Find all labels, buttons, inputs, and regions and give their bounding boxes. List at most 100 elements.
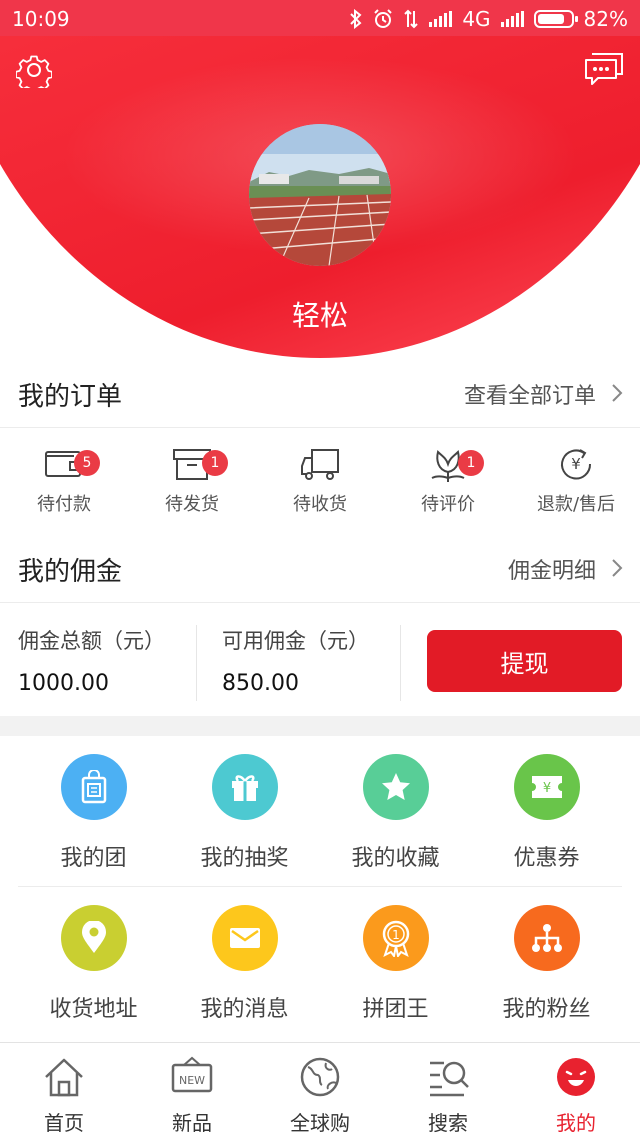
order-label: 待发货 bbox=[165, 494, 219, 515]
order-label: 待评价 bbox=[421, 494, 475, 515]
total-commission-value: 1000.00 bbox=[18, 671, 109, 696]
refund-icon: ¥ bbox=[561, 449, 592, 480]
tab-new[interactable]: NEW 新品 bbox=[128, 1043, 256, 1138]
new-sign-text: NEW bbox=[179, 1074, 205, 1087]
menu-label: 我的抽奖 bbox=[200, 846, 289, 871]
order-pending-payment[interactable]: 5 待付款 bbox=[0, 430, 128, 530]
avatar[interactable] bbox=[249, 124, 391, 266]
tab-home[interactable]: 首页 bbox=[0, 1043, 128, 1138]
order-pending-review[interactable]: 1 待评价 bbox=[384, 430, 512, 530]
commission-summary: 佣金总额（元） 1000.00 可用佣金（元） 850.00 提现 bbox=[0, 605, 640, 715]
menu-label: 拼团王 bbox=[362, 997, 429, 1022]
gift-icon bbox=[231, 775, 258, 801]
avatar-image bbox=[249, 124, 391, 266]
menu-my-messages[interactable]: 我的消息 bbox=[169, 887, 320, 1037]
menu-icon-circle bbox=[211, 905, 278, 971]
svg-text:¥: ¥ bbox=[542, 781, 550, 796]
chevron-right-icon bbox=[612, 384, 623, 402]
tab-mine[interactable]: 我的 bbox=[512, 1043, 640, 1138]
commission-detail-link[interactable]: 佣金明细 bbox=[508, 553, 596, 585]
order-status-row: 5 待付款 1 待发货 待收货 1 待评价 ¥ 退款/售后 bbox=[0, 430, 640, 530]
menu-coupons[interactable]: ¥ 优惠券 bbox=[471, 736, 622, 886]
divider bbox=[196, 625, 197, 701]
medal-icon: 1 bbox=[382, 920, 409, 957]
network-type: 4G bbox=[462, 7, 491, 31]
menu-icon-circle bbox=[60, 754, 127, 820]
order-label: 待收货 bbox=[293, 494, 347, 515]
withdraw-button[interactable]: 提现 bbox=[427, 630, 622, 692]
menu-my-group[interactable]: 我的团 bbox=[18, 736, 169, 886]
gear-icon[interactable] bbox=[16, 52, 52, 88]
profile-header: 轻松 bbox=[0, 36, 640, 358]
menu-row-1: 我的团 我的抽奖 我的收藏 ¥ 优惠券 bbox=[18, 736, 622, 886]
battery-percent: 82% bbox=[583, 7, 628, 31]
menu-icon-circle bbox=[362, 754, 429, 820]
chat-bubble-icon[interactable] bbox=[584, 52, 624, 86]
envelope-icon bbox=[229, 928, 260, 948]
order-refund[interactable]: ¥ 退款/售后 bbox=[512, 430, 640, 530]
commission-header[interactable]: 我的佣金 佣金明细 bbox=[0, 533, 640, 603]
menu-icon-circle: 1 bbox=[362, 905, 429, 971]
menu-label: 收货地址 bbox=[49, 997, 138, 1022]
star-icon bbox=[381, 773, 410, 800]
menu-icon-circle bbox=[60, 905, 127, 971]
order-pending-shipment[interactable]: 1 待发货 bbox=[128, 430, 256, 530]
available-commission: 可用佣金（元） 850.00 bbox=[222, 605, 398, 715]
orders-title: 我的订单 bbox=[18, 382, 123, 412]
coupon-icon: ¥ bbox=[531, 776, 562, 798]
section-gap bbox=[0, 716, 640, 736]
menu-group-king[interactable]: 1 拼团王 bbox=[320, 887, 471, 1037]
globe-icon bbox=[300, 1057, 340, 1097]
username: 轻松 bbox=[291, 299, 348, 332]
menu-my-fans[interactable]: 我的粉丝 bbox=[471, 887, 622, 1037]
menu-icon-circle bbox=[211, 754, 278, 820]
menu-icon-circle bbox=[513, 905, 580, 971]
available-commission-label: 可用佣金（元） bbox=[222, 629, 369, 653]
order-label: 退款/售后 bbox=[536, 494, 616, 515]
battery-fill bbox=[537, 14, 564, 24]
tab-label: 首页 bbox=[44, 1111, 84, 1135]
svg-text:¥: ¥ bbox=[571, 455, 581, 473]
menu-label: 我的粉丝 bbox=[502, 997, 591, 1022]
menu-row-2: 收货地址 我的消息 1 拼团王 我的粉丝 bbox=[18, 887, 622, 1037]
group-bag-icon bbox=[81, 770, 106, 804]
tab-search[interactable]: 搜索 bbox=[384, 1043, 512, 1138]
menu-label: 我的团 bbox=[60, 846, 127, 871]
badge-count: 1 bbox=[202, 450, 228, 476]
tab-global-shopping[interactable]: 全球购 bbox=[256, 1043, 384, 1138]
badge-count: 5 bbox=[74, 450, 100, 476]
divider bbox=[400, 625, 401, 701]
tab-label: 搜索 bbox=[428, 1111, 468, 1135]
menu-icon-circle: ¥ bbox=[513, 754, 580, 820]
tab-label: 全球购 bbox=[290, 1111, 350, 1135]
menu-label: 我的收藏 bbox=[351, 846, 440, 871]
signal-icon-2 bbox=[500, 11, 524, 27]
smiley-icon bbox=[557, 1058, 595, 1096]
order-label: 待付款 bbox=[37, 494, 91, 515]
tab-label: 新品 bbox=[172, 1111, 212, 1135]
available-commission-value: 850.00 bbox=[222, 671, 299, 696]
truck-icon bbox=[301, 449, 339, 480]
order-pending-receipt[interactable]: 待收货 bbox=[256, 430, 384, 530]
signal-icon bbox=[429, 11, 453, 27]
menu-my-favorites[interactable]: 我的收藏 bbox=[320, 736, 471, 886]
orders-header[interactable]: 我的订单 查看全部订单 bbox=[0, 358, 640, 428]
badge-count: 1 bbox=[458, 450, 484, 476]
menu-my-lottery[interactable]: 我的抽奖 bbox=[169, 736, 320, 886]
data-transfer-icon bbox=[404, 9, 419, 29]
status-bar: 10:09 4G 82% bbox=[0, 0, 640, 36]
bottom-tab-bar: 首页 NEW 新品 全球购 搜索 我的 bbox=[0, 1042, 640, 1138]
bluetooth-icon bbox=[350, 9, 362, 29]
commission-title: 我的佣金 bbox=[18, 557, 123, 587]
search-icon bbox=[430, 1061, 469, 1097]
location-pin-icon bbox=[81, 921, 106, 953]
network-icon bbox=[531, 924, 562, 952]
svg-text:1: 1 bbox=[392, 928, 400, 942]
menu-shipping-address[interactable]: 收货地址 bbox=[18, 887, 169, 1037]
view-all-orders-link[interactable]: 查看全部订单 bbox=[464, 378, 596, 410]
status-time: 10:09 bbox=[12, 7, 70, 31]
battery-icon bbox=[533, 10, 578, 28]
menu-label: 优惠券 bbox=[513, 846, 580, 871]
total-commission: 佣金总额（元） 1000.00 bbox=[18, 605, 194, 715]
menu-label: 我的消息 bbox=[200, 997, 289, 1022]
